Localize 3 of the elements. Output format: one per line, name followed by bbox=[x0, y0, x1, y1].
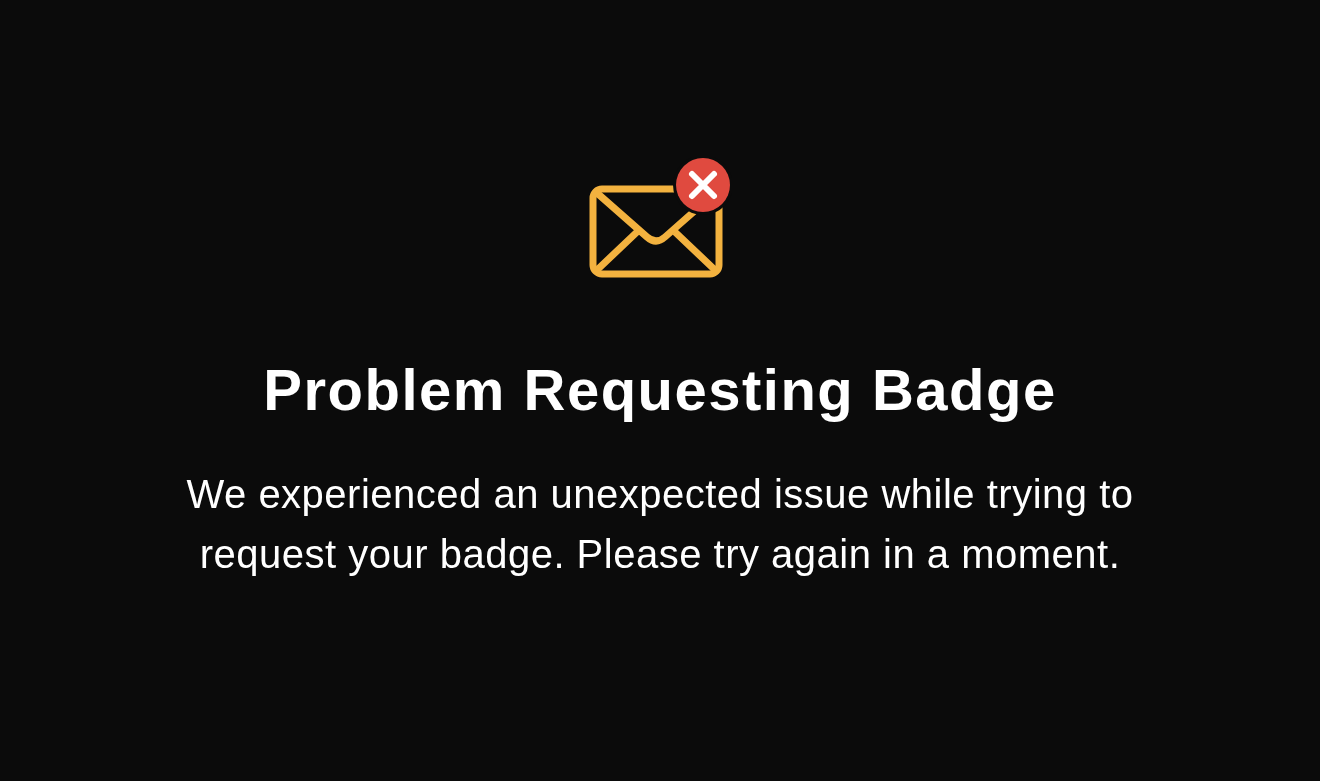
error-message: We experienced an unexpected issue while trying to request your badge. Please try again in a moment. bbox=[185, 471, 1135, 578]
error-title: Problem Requesting Badge bbox=[263, 356, 1057, 424]
envelope-error-icon bbox=[588, 157, 732, 278]
